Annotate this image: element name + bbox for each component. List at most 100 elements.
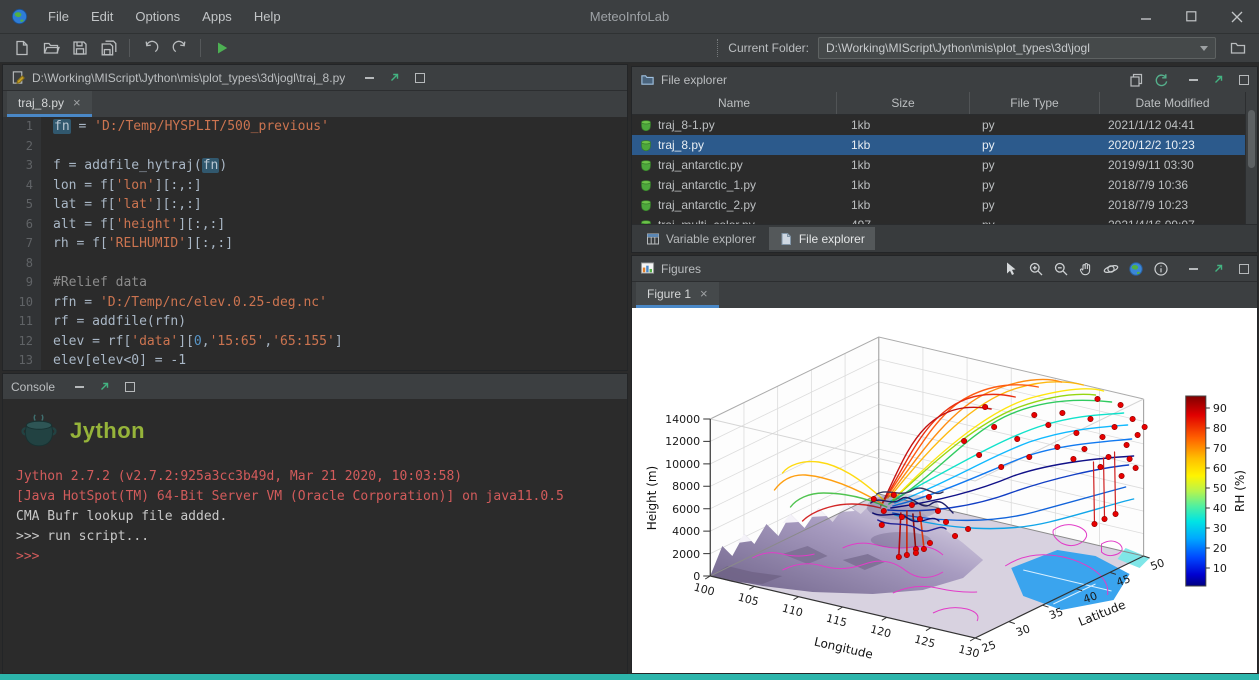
- file-explorer-title: File explorer: [661, 73, 727, 87]
- colorbar-label: RH (%): [1233, 470, 1247, 512]
- line-content: fn = 'D:/Temp/HYSPLIT/500_previous': [41, 117, 329, 137]
- svg-text:40: 40: [1213, 502, 1227, 515]
- current-folder-value: D:\Working\MIScript\Jython\mis\plot_type…: [826, 41, 1090, 55]
- menu-options[interactable]: Options: [124, 0, 191, 33]
- panel-float-icon[interactable]: [1213, 74, 1224, 85]
- open-file-button[interactable]: [37, 36, 64, 60]
- current-folder-combobox[interactable]: D:\Working\MIScript\Jython\mis\plot_type…: [818, 37, 1216, 59]
- tab-close-icon[interactable]: ×: [700, 287, 708, 300]
- info-icon[interactable]: [1153, 261, 1169, 277]
- window-minimize-button[interactable]: [1124, 0, 1169, 33]
- maximize-icon: [1186, 11, 1197, 22]
- line-content: alt = f['height'][:,:]: [41, 215, 225, 235]
- code-lines: 1 fn = 'D:/Temp/HYSPLIT/500_previous' 2 …: [3, 117, 627, 370]
- code-line: 13 elev[elev<0] = -1: [3, 351, 627, 370]
- column-size[interactable]: Size: [837, 92, 970, 114]
- current-folder-label: Current Folder:: [728, 41, 809, 55]
- code-editor[interactable]: 1 fn = 'D:/Temp/HYSPLIT/500_previous' 2 …: [3, 117, 627, 370]
- file-date: 2020/12/2 10:23: [1100, 138, 1245, 152]
- toolbar-separator: [129, 39, 130, 57]
- pointer-tool-icon[interactable]: [1003, 261, 1019, 277]
- line-content: [41, 137, 53, 157]
- column-type[interactable]: File Type: [970, 92, 1100, 114]
- run-script-button[interactable]: [208, 36, 235, 60]
- tab-close-icon[interactable]: ×: [73, 96, 81, 109]
- code-line: 2: [3, 137, 627, 157]
- svg-text:120: 120: [869, 623, 893, 641]
- panel-minimize-icon[interactable]: [75, 386, 84, 388]
- panel-minimize-icon[interactable]: [1189, 268, 1198, 270]
- file-row[interactable]: traj_antarctic.py 1kb py 2019/9/11 03:30: [632, 155, 1245, 175]
- line-number: 7: [3, 234, 41, 254]
- redo-button[interactable]: [166, 36, 193, 60]
- open-folder-icon: [42, 39, 60, 57]
- figure-canvas[interactable]: 0 2000 4000 6000 8000 10000 12000 14000 …: [632, 308, 1257, 673]
- refresh-icon[interactable]: [1153, 72, 1169, 88]
- line-content: lon = f['lon'][:,:]: [41, 176, 202, 196]
- tab-figure-1[interactable]: Figure 1 ×: [636, 282, 719, 308]
- panel-maximize-icon[interactable]: [1239, 264, 1249, 274]
- panel-minimize-icon[interactable]: [365, 77, 374, 79]
- file-row[interactable]: traj_antarctic_2.py 1kb py 2018/7/9 10:2…: [632, 195, 1245, 215]
- column-name[interactable]: Name: [632, 92, 837, 114]
- variable-explorer-icon: [646, 232, 660, 246]
- file-name: traj_8.py: [658, 138, 704, 152]
- line-number: 3: [3, 156, 41, 176]
- panel-minimize-icon[interactable]: [1189, 79, 1198, 81]
- svg-text:14000: 14000: [665, 413, 700, 426]
- panel-maximize-icon[interactable]: [415, 73, 425, 83]
- undo-icon: [142, 39, 160, 57]
- pan-hand-icon[interactable]: [1078, 261, 1094, 277]
- file-row[interactable]: traj_8-1.py 1kb py 2021/1/12 04:41: [632, 115, 1245, 135]
- svg-text:100: 100: [692, 581, 716, 599]
- file-table-scrollbar[interactable]: [1245, 92, 1257, 225]
- svg-text:6000: 6000: [672, 503, 700, 516]
- line-number: 1: [3, 117, 41, 137]
- file-rows: traj_8-1.py 1kb py 2021/1/12 04:41 traj_…: [632, 115, 1245, 225]
- panel-float-icon[interactable]: [99, 381, 110, 392]
- file-type: py: [970, 158, 1100, 172]
- copy-path-icon[interactable]: [1128, 72, 1144, 88]
- save-button[interactable]: [66, 36, 93, 60]
- menu-file[interactable]: File: [37, 0, 80, 33]
- zoom-in-icon[interactable]: [1028, 261, 1044, 277]
- scrollbar-thumb[interactable]: [1248, 110, 1255, 168]
- svg-text:80: 80: [1213, 422, 1227, 435]
- tab-file-explorer[interactable]: File explorer: [769, 227, 875, 250]
- save-all-button[interactable]: [95, 36, 122, 60]
- panel-float-icon[interactable]: [389, 72, 400, 83]
- app-logo-globe-icon: [11, 8, 28, 25]
- tab-variable-explorer[interactable]: Variable explorer: [636, 227, 766, 250]
- svg-text:30: 30: [1014, 622, 1032, 639]
- window-maximize-button[interactable]: [1169, 0, 1214, 33]
- window-close-button[interactable]: [1214, 0, 1259, 33]
- toolbar-separator: [717, 39, 718, 57]
- tab-traj-8-py[interactable]: traj_8.py ×: [7, 91, 92, 117]
- file-size: 1kb: [837, 138, 970, 152]
- file-row[interactable]: traj_antarctic_1.py 1kb py 2018/7/9 10:3…: [632, 175, 1245, 195]
- panel-float-icon[interactable]: [1213, 263, 1224, 274]
- python-file-icon: [640, 139, 652, 151]
- menu-help[interactable]: Help: [243, 0, 292, 33]
- column-date[interactable]: Date Modified: [1100, 92, 1245, 114]
- browse-folder-button[interactable]: [1224, 36, 1251, 60]
- file-row[interactable]: traj_8.py 1kb py 2020/12/2 10:23: [632, 135, 1245, 155]
- zoom-out-icon[interactable]: [1053, 261, 1069, 277]
- line-content: elev[elev<0] = -1: [41, 351, 186, 370]
- dock-tabbar: Variable explorer File explorer: [632, 224, 1257, 252]
- editor-tabbar: traj_8.py ×: [3, 91, 627, 118]
- figures-tabbar: Figure 1 ×: [632, 282, 1257, 309]
- file-date: 2018/7/9 10:23: [1100, 198, 1245, 212]
- panel-maximize-icon[interactable]: [1239, 75, 1249, 85]
- globe-icon[interactable]: [1128, 261, 1144, 277]
- console-panel-header: Console: [3, 374, 627, 400]
- new-file-button[interactable]: [8, 36, 35, 60]
- rotate-3d-icon[interactable]: [1103, 261, 1119, 277]
- menu-edit[interactable]: Edit: [80, 0, 124, 33]
- console-output[interactable]: Jython Jython 2.7.2 (v2.7.2:925a3cc3b49d…: [3, 399, 627, 673]
- line-content: f = addfile_hytraj(fn): [41, 156, 227, 176]
- menu-apps[interactable]: Apps: [191, 0, 243, 33]
- svg-text:125: 125: [913, 633, 937, 651]
- panel-maximize-icon[interactable]: [125, 382, 135, 392]
- undo-button[interactable]: [137, 36, 164, 60]
